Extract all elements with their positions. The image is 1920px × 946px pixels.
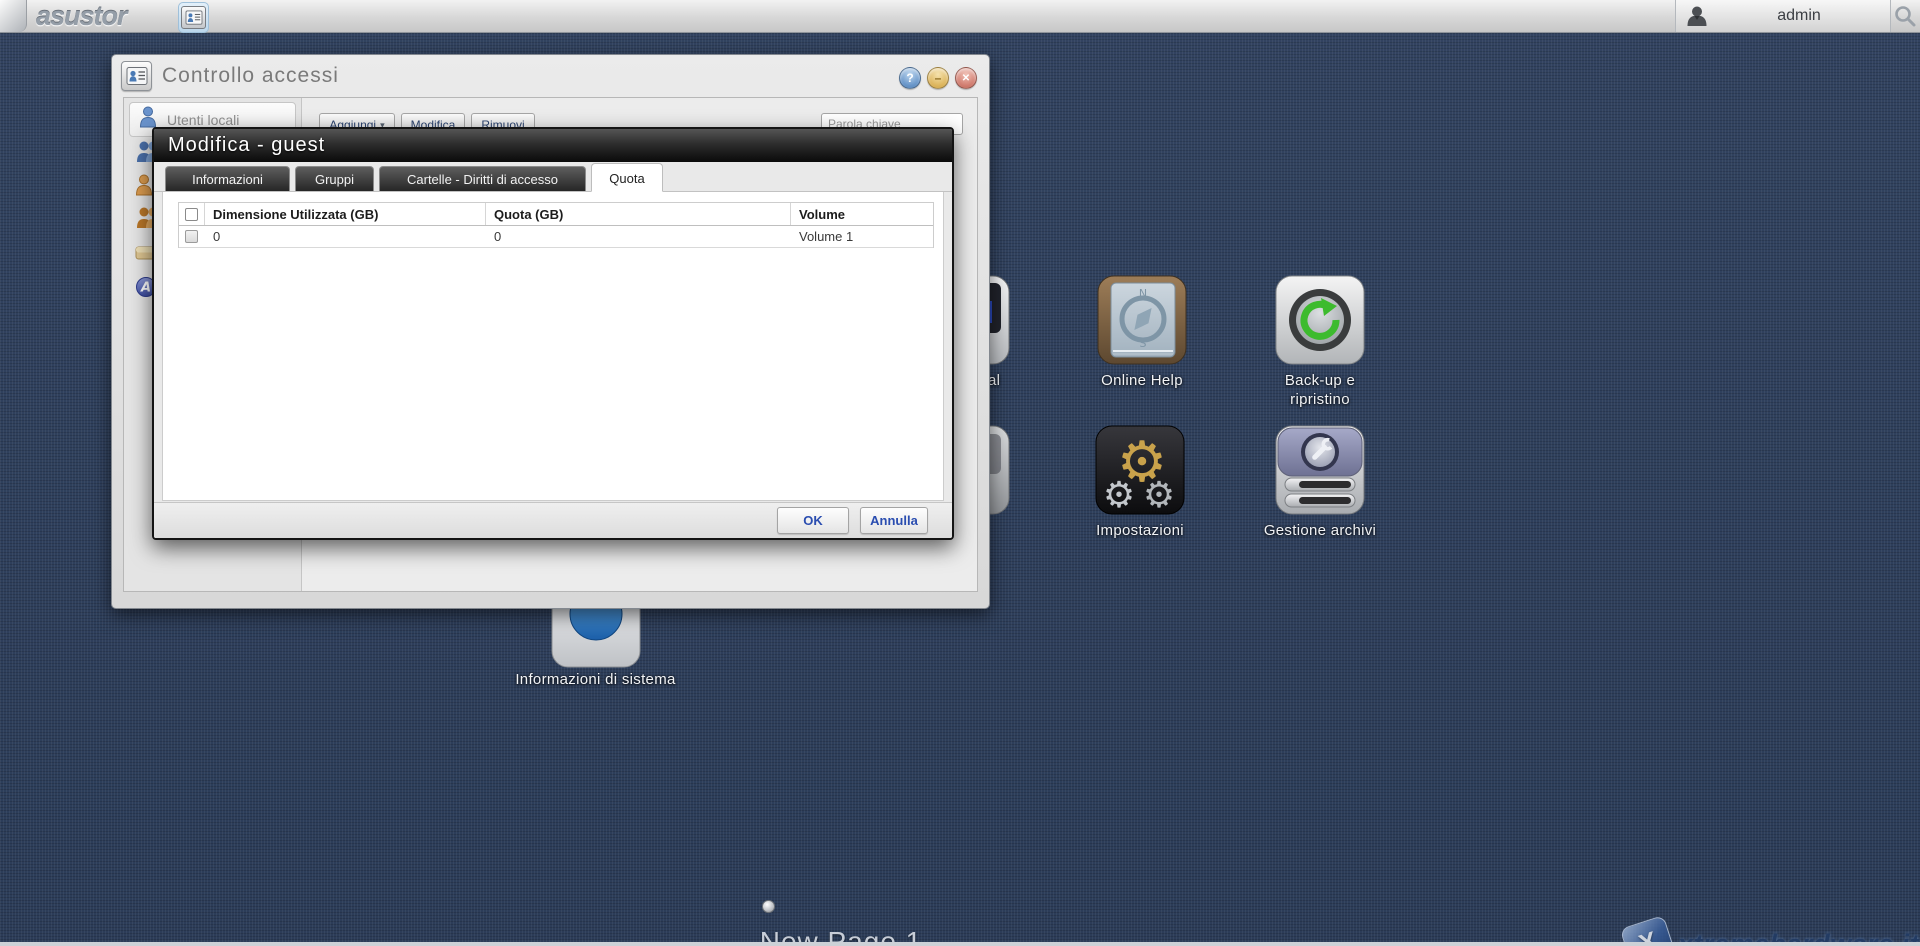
user-menu-button[interactable]: admin (1675, 0, 1891, 32)
cancel-button[interactable]: Annulla (860, 507, 928, 534)
storage-manager-icon[interactable] (1275, 425, 1365, 515)
search-icon[interactable] (1893, 4, 1917, 28)
select-all-checkbox[interactable] (185, 207, 198, 221)
window-title: Controllo accessi (162, 64, 339, 87)
modal-titlebar[interactable]: Modifica - guest (154, 129, 952, 162)
settings-label: Impostazioni (1096, 522, 1184, 539)
screen-bottom-edge (0, 942, 1920, 946)
backup-restore-icon[interactable] (1275, 275, 1365, 365)
svg-text:⚙: ⚙ (1103, 475, 1135, 515)
cell-volume: Volume 1 (799, 229, 854, 244)
row-checkbox[interactable] (185, 230, 198, 243)
page-indicator-dot[interactable] (762, 900, 775, 913)
table-row[interactable]: 0 0 Volume 1 (179, 226, 933, 248)
storage-manager-label: Gestione archivi (1263, 522, 1377, 539)
settings-icon[interactable]: ⚙ ⚙ ⚙ (1095, 425, 1185, 516)
asustor-logo: asustor (36, 1, 128, 31)
taskbar-access-control-icon[interactable] (178, 2, 209, 33)
minimize-button[interactable]: – (927, 67, 949, 89)
modal-footer: OK Annulla (154, 502, 952, 538)
help-button[interactable]: ? (899, 67, 921, 89)
table-header-row: Dimensione Utilizzata (GB) Quota (GB) Vo… (179, 203, 933, 226)
system-information-label: Informazioni di sistema (515, 671, 676, 688)
svg-text:⚙: ⚙ (1143, 475, 1175, 515)
topbar-corner (0, 0, 27, 32)
sidebar-item-3[interactable] (135, 174, 153, 201)
svg-text:A: A (140, 281, 151, 296)
online-help-icon[interactable]: N S (1097, 275, 1187, 365)
partially-hidden-app-label: al (988, 372, 1001, 389)
cell-quota: 0 (494, 229, 502, 244)
column-header-quota[interactable]: Quota (GB) (486, 203, 791, 225)
online-help-label: Online Help (1101, 372, 1183, 389)
user-icon (1686, 5, 1708, 27)
quota-panel: Dimensione Utilizzata (GB) Quota (GB) Vo… (162, 192, 944, 501)
modal-title: Modifica - guest (168, 134, 326, 156)
cell-used: 0 (213, 229, 221, 244)
ok-button[interactable]: OK (777, 507, 849, 534)
tab-quota[interactable]: Quota (591, 163, 663, 192)
modal-modifica-guest: Modifica - guest Informazioni Gruppi Car… (152, 127, 954, 540)
quota-table: Dimensione Utilizzata (GB) Quota (GB) Vo… (178, 202, 934, 248)
user-orange-icon (135, 174, 153, 200)
sidebar-item-label: Utenti locali (167, 111, 240, 128)
backup-restore-label: Back-up e ripristino (1284, 372, 1356, 408)
screen: al Informazioni di sistema N S Online He… (0, 0, 1920, 946)
close-button[interactable]: ✕ (955, 67, 977, 89)
username: admin (1777, 7, 1821, 24)
modal-tabs: Informazioni Gruppi Cartelle - Diritti d… (154, 162, 952, 192)
tab-cartelle-diritti[interactable]: Cartelle - Diritti di accesso (379, 166, 586, 191)
column-header-used[interactable]: Dimensione Utilizzata (GB) (205, 203, 486, 225)
topbar: asustor admin (0, 0, 1920, 33)
tab-informazioni[interactable]: Informazioni (165, 166, 290, 191)
access-control-icon (121, 61, 152, 91)
column-header-volume[interactable]: Volume (791, 203, 933, 225)
tab-gruppi[interactable]: Gruppi (295, 166, 374, 191)
window-titlebar[interactable]: Controllo accessi ? – ✕ (112, 55, 989, 97)
